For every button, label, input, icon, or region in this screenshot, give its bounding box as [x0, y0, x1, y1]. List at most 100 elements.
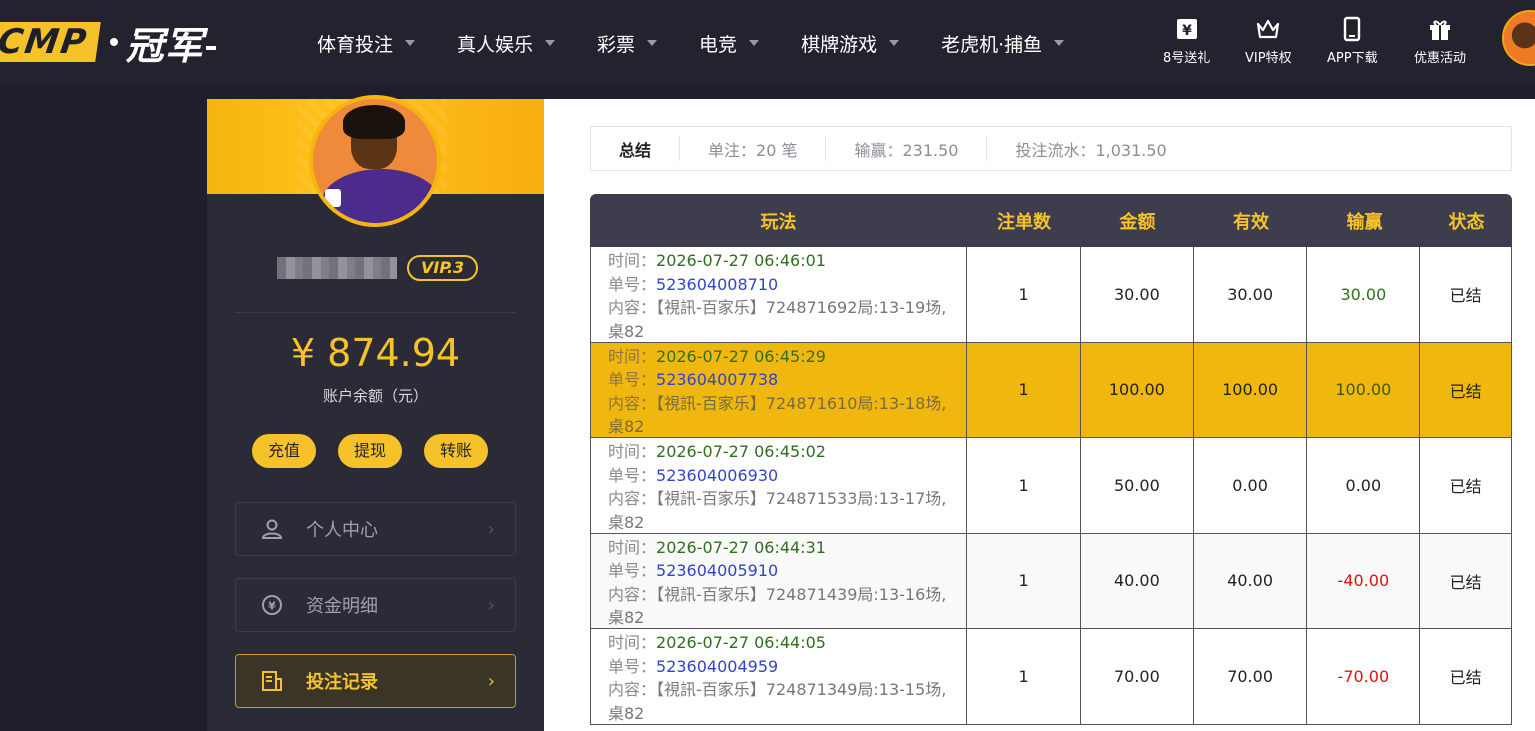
- win-loss: -40.00: [1307, 533, 1421, 628]
- bet-content: 【視訊-百家乐】724871349局:13-15场,桌82: [608, 680, 947, 723]
- valid-amount: 100.00: [1194, 342, 1308, 437]
- logo-text: CMP: [0, 22, 101, 62]
- order-number[interactable]: 523604007738: [656, 370, 778, 389]
- win-loss: 100.00: [1307, 342, 1421, 437]
- nav-label: 真人娱乐: [457, 33, 534, 56]
- chevron-down-icon: [1054, 40, 1065, 46]
- summary-win-loss: 输赢：231.50: [854, 140, 959, 160]
- status: 已结: [1449, 668, 1482, 688]
- bet-detail: 时间：2026-07-27 06:46:01 单号：523604008710 内…: [591, 247, 968, 342]
- menu-personal-center[interactable]: 个人中心 ›: [235, 502, 516, 556]
- bet-content: 【視訊-百家乐】724871692局:13-19场,桌82: [608, 298, 947, 341]
- bet-content: 【視訊-百家乐】724871533局:13-17场,桌82: [608, 489, 947, 532]
- order-number[interactable]: 523604008710: [656, 275, 778, 294]
- deposit-button[interactable]: 充值: [252, 434, 316, 468]
- bet-records-content: 总结 单注：20 笔 输赢：231.50 投注流水：1,031.50 玩法 注单…: [544, 99, 1535, 731]
- bet-amount: 50.00: [1081, 438, 1194, 533]
- quick-link-label: 优惠活动: [1414, 51, 1467, 66]
- bet-count: 1: [967, 533, 1081, 628]
- bet-time: 2026-07-27 06:45:02: [656, 442, 826, 461]
- bet-count: 1: [967, 438, 1081, 533]
- chevron-down-icon: [647, 40, 658, 46]
- nav-lottery[interactable]: 彩票: [597, 30, 658, 57]
- nav-label: 棋牌游戏: [801, 33, 878, 56]
- balance-label: 账户余额（元）: [322, 387, 428, 405]
- header-win-loss: 输赢: [1346, 211, 1383, 233]
- chevron-right-icon: ›: [487, 594, 495, 616]
- nav-live-casino[interactable]: 真人娱乐: [457, 30, 556, 57]
- bet-record-icon: [262, 671, 282, 691]
- quick-link-gift-8[interactable]: ¥ 8号送礼: [1163, 16, 1210, 66]
- valid-amount: 40.00: [1194, 533, 1308, 628]
- chevron-right-icon: ›: [487, 670, 495, 692]
- table-row[interactable]: 时间：2026-07-27 06:44:31 单号：523604005910 内…: [590, 533, 1512, 629]
- table-row[interactable]: 时间：2026-07-27 06:45:02 单号：523604006930 内…: [590, 438, 1512, 534]
- bet-amount: 30.00: [1081, 247, 1194, 342]
- phone-icon: [1344, 16, 1361, 42]
- menu-fund-details[interactable]: ¥ 资金明细 ›: [235, 578, 516, 632]
- menu-label: 个人中心: [306, 520, 378, 541]
- win-loss: -70.00: [1307, 629, 1421, 724]
- brand-logo[interactable]: CMP 冠军: [0, 22, 216, 68]
- order-number[interactable]: 523604006930: [656, 466, 778, 485]
- bet-time: 2026-07-27 06:44:31: [656, 537, 826, 557]
- quick-link-label: APP下载: [1327, 51, 1378, 66]
- divider: [235, 312, 516, 313]
- header-amount: 金额: [1119, 211, 1156, 233]
- chevron-down-icon: [749, 40, 760, 46]
- withdraw-button[interactable]: 提现: [338, 434, 402, 468]
- chevron-down-icon: [545, 40, 556, 46]
- nav-slots-fishing[interactable]: 老虎机·捕鱼: [941, 30, 1065, 57]
- nav-esports[interactable]: 电竞: [699, 30, 760, 57]
- quick-link-label: VIP特权: [1245, 51, 1292, 66]
- user-avatar[interactable]: [1502, 10, 1535, 66]
- table-row[interactable]: 时间：2026-07-27 06:46:01 单号：523604008710 内…: [590, 247, 1512, 343]
- nav-label: 彩票: [597, 33, 636, 56]
- win-loss: 0.00: [1307, 438, 1421, 533]
- menu-label: 投注记录: [306, 672, 378, 693]
- win-loss: 30.00: [1307, 247, 1421, 342]
- header-count: 注单数: [997, 211, 1051, 233]
- table-row[interactable]: 时间：2026-07-27 06:45:29 单号：523604007738 内…: [590, 342, 1512, 438]
- profile-panel: VIP.3 ¥ 874.94 账户余额（元） 充值 提现 转账 个人中心 › ¥…: [207, 95, 544, 731]
- username-blurred: [277, 257, 397, 279]
- logo-dot: [109, 38, 118, 46]
- order-number[interactable]: 523604005910: [656, 561, 778, 580]
- bet-detail: 时间：2026-07-27 06:45:29 单号：523604007738 内…: [591, 342, 968, 437]
- quick-link-promotions[interactable]: 优惠活动: [1414, 16, 1466, 66]
- bet-amount: 70.00: [1081, 629, 1194, 724]
- nav-label: 体育投注: [317, 33, 394, 56]
- table-header: 玩法 注单数 金额 有效 输赢 状态: [590, 194, 1512, 247]
- vip-badge: VIP.3: [407, 255, 479, 281]
- status: 已结: [1449, 572, 1482, 592]
- bet-content: 【視訊-百家乐】724871439局:13-16场,桌82: [608, 584, 947, 628]
- main-nav: 体育投注 真人娱乐 彩票 电竞 棋牌游戏 老虎机·捕鱼: [317, 0, 1106, 86]
- header-status: 状态: [1448, 211, 1485, 233]
- bet-detail: 时间：2026-07-27 06:44:05 单号：523604004959 内…: [591, 629, 968, 724]
- bet-records-table: 玩法 注单数 金额 有效 输赢 状态 时间：2026-07-27 06:46:0…: [590, 194, 1512, 725]
- nav-label: 老虎机·捕鱼: [941, 33, 1043, 56]
- nav-sports[interactable]: 体育投注: [317, 30, 416, 57]
- order-number[interactable]: 523604004959: [656, 657, 778, 676]
- menu-label: 资金明细: [306, 596, 378, 617]
- summary-turnover: 投注流水：1,031.50: [1015, 140, 1167, 160]
- summary-bet-count: 单注：20 笔: [708, 140, 798, 160]
- logo-chinese-text: 冠军: [126, 15, 216, 70]
- status: 已结: [1449, 477, 1482, 497]
- nav-card-games[interactable]: 棋牌游戏: [801, 30, 900, 57]
- gift-icon: [1430, 20, 1450, 40]
- status: 已结: [1449, 286, 1482, 306]
- svg-text:¥: ¥: [268, 600, 276, 613]
- table-row[interactable]: 时间：2026-07-27 06:44:05 单号：523604004959 内…: [590, 629, 1512, 725]
- bet-time: 2026-07-27 06:45:29: [656, 346, 826, 366]
- menu-bet-records[interactable]: 投注记录 ›: [235, 654, 516, 708]
- summary-title: 总结: [619, 140, 652, 160]
- bet-time: 2026-07-27 06:44:05: [656, 633, 826, 652]
- quick-link-app-download[interactable]: APP下载: [1327, 16, 1378, 66]
- transfer-button[interactable]: 转账: [424, 434, 488, 468]
- chevron-down-icon: [889, 40, 900, 46]
- yen-ticket-icon: ¥: [1176, 19, 1197, 39]
- bet-amount: 100.00: [1081, 342, 1194, 437]
- valid-amount: 0.00: [1194, 438, 1308, 533]
- quick-link-vip[interactable]: VIP特权: [1245, 16, 1292, 66]
